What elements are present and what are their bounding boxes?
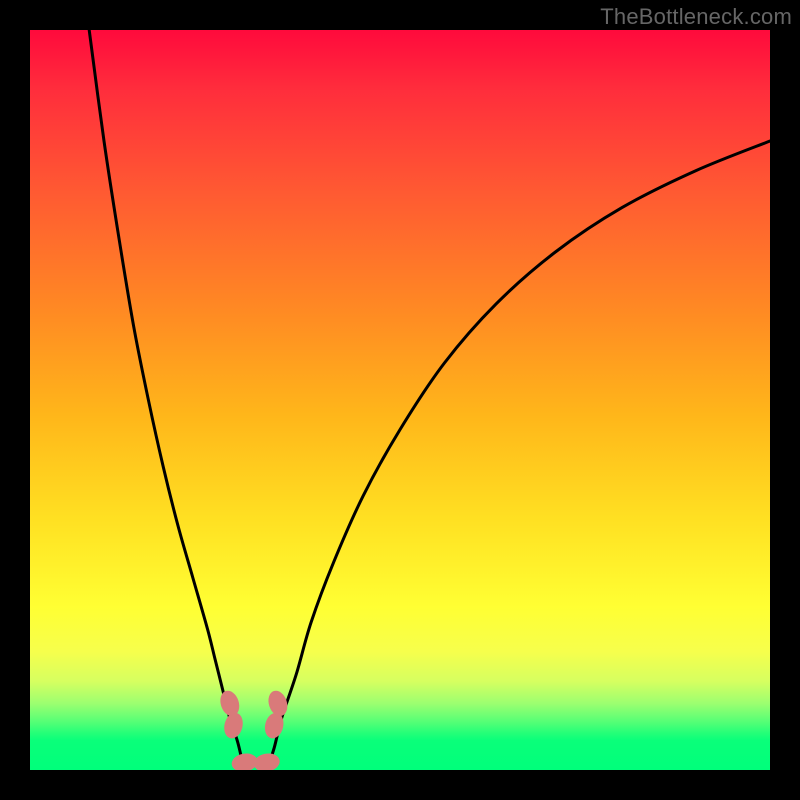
chart-frame: TheBottleneck.com [0, 0, 800, 800]
plot-area [30, 30, 770, 770]
watermark-text: TheBottleneck.com [600, 4, 792, 30]
curve-right-branch [267, 141, 770, 770]
marker-right-cluster-b [265, 688, 290, 718]
curve-left-branch [89, 30, 244, 770]
curve-layer [30, 30, 770, 770]
marker-floor-b [252, 751, 281, 770]
marker-group [217, 688, 290, 770]
